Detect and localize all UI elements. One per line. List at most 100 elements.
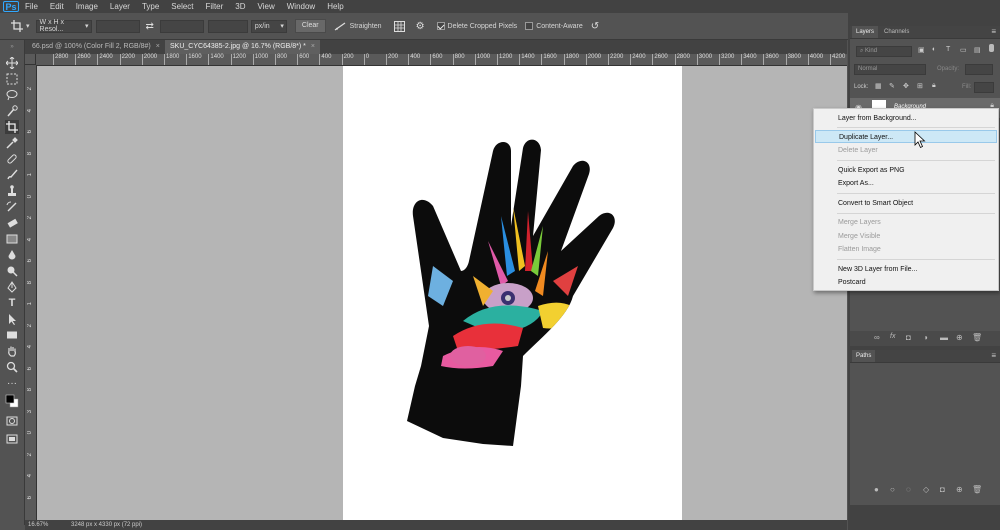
new-path-icon[interactable]: ⊕ <box>956 485 963 494</box>
menu-item-export-as[interactable]: Export As... <box>815 177 997 190</box>
lock-position-icon[interactable]: ✥ <box>903 82 909 90</box>
resolution-input[interactable] <box>207 19 248 33</box>
ratio-preset-select[interactable]: W x H x Resol... ▾ <box>35 19 92 33</box>
blend-mode-select[interactable]: Normal <box>854 64 926 75</box>
ruler-vertical[interactable]: 24681024681246830246 <box>25 65 37 520</box>
menu-filter[interactable]: Filter <box>206 2 224 11</box>
clone-stamp-tool-icon[interactable] <box>5 184 19 198</box>
adjustment-layer-icon[interactable]: ◑ <box>923 333 928 342</box>
opacity-input[interactable] <box>965 64 993 75</box>
filter-smart-icon[interactable]: ▤ <box>974 46 981 54</box>
healing-brush-tool-icon[interactable] <box>5 152 19 166</box>
menu-item-quick-export-png[interactable]: Quick Export as PNG <box>815 164 997 177</box>
filter-shape-icon[interactable]: ▭ <box>960 46 967 54</box>
menu-layer[interactable]: Layer <box>110 2 130 11</box>
trash-icon[interactable]: 🗑︎ <box>972 485 982 494</box>
document-canvas[interactable] <box>343 66 682 520</box>
filter-pixel-icon[interactable]: ▣ <box>918 46 925 54</box>
menu-item-convert-smart-object[interactable]: Convert to Smart Object <box>815 197 997 210</box>
resolution-unit-select[interactable]: px/in ▾ <box>250 19 287 33</box>
filter-kind-select[interactable]: ⌕ Kind <box>856 46 912 57</box>
add-mask-icon[interactable]: ◘ <box>906 333 911 342</box>
pen-tool-icon[interactable] <box>5 280 19 294</box>
fill-path-icon[interactable]: ● <box>874 485 879 494</box>
trash-icon[interactable]: 🗑︎ <box>972 333 982 342</box>
height-input[interactable] <box>159 19 204 33</box>
layer-style-icon[interactable]: fx <box>890 333 895 340</box>
blur-tool-icon[interactable] <box>5 248 19 262</box>
tab-sku-jpg[interactable]: SKU_CYC64385-2.jpg @ 16.7% (RGB/8*) * × <box>165 40 320 54</box>
tab-paths[interactable]: Paths <box>852 350 876 362</box>
menu-item-new-3d-layer[interactable]: New 3D Layer from File... <box>815 263 997 276</box>
menu-item-delete-layer[interactable]: Delete Layer <box>815 144 997 157</box>
eraser-tool-icon[interactable] <box>5 216 19 230</box>
width-input[interactable] <box>95 19 140 33</box>
overlay-grid-icon[interactable] <box>394 20 406 32</box>
eyedropper-tool-icon[interactable] <box>5 136 19 150</box>
menu-item-flatten-image[interactable]: Flatten Image <box>815 243 997 256</box>
quick-mask-icon[interactable] <box>5 414 19 428</box>
fill-input[interactable] <box>974 82 994 93</box>
menu-type[interactable]: Type <box>142 2 159 11</box>
load-selection-icon[interactable]: ◌ <box>906 485 911 494</box>
menu-item-merge-layers[interactable]: Merge Layers <box>815 216 997 229</box>
menu-3d[interactable]: 3D <box>235 2 245 11</box>
straighten-icon[interactable] <box>334 20 346 32</box>
menu-image[interactable]: Image <box>76 2 98 11</box>
move-tool-icon[interactable] <box>5 56 19 70</box>
ruler-horizontal[interactable]: 2800 2600 2400 2200 2000 1800 1600 1400 1200 1000… <box>25 54 847 66</box>
marquee-tool-icon[interactable] <box>5 72 19 86</box>
zoom-level[interactable]: 16.67% <box>28 520 48 530</box>
tab-layers[interactable]: Layers <box>852 26 879 38</box>
straighten-label[interactable]: Straighten <box>350 23 382 30</box>
tab-channels[interactable]: Channels <box>880 26 913 38</box>
hand-tool-icon[interactable] <box>5 344 19 358</box>
tab-66-psd[interactable]: 66.psd @ 100% (Color Fill 2, RGB/8#) × <box>27 40 165 54</box>
menu-item-duplicate-layer[interactable]: Duplicate Layer... <box>815 130 997 143</box>
stroke-path-icon[interactable]: ○ <box>890 485 895 494</box>
ruler-origin[interactable] <box>25 54 36 65</box>
lock-image-icon[interactable]: ✎ <box>889 82 895 90</box>
rectangle-tool-icon[interactable] <box>5 328 19 342</box>
menu-item-layer-from-background[interactable]: Layer from Background... <box>815 112 997 125</box>
lock-all-icon[interactable]: 🔒︎ <box>932 82 936 90</box>
delete-cropped-checkbox[interactable] <box>436 22 445 30</box>
more-tools-icon[interactable]: ··· <box>5 376 19 390</box>
lasso-tool-icon[interactable] <box>5 88 19 102</box>
crop-tool-icon[interactable] <box>10 19 24 33</box>
add-mask-icon[interactable]: ◘ <box>940 485 945 494</box>
tool-preset-arrow-icon[interactable]: ▾ <box>26 22 30 30</box>
filter-toggle[interactable] <box>989 44 994 52</box>
history-brush-tool-icon[interactable] <box>5 200 19 214</box>
close-icon[interactable]: × <box>311 43 315 50</box>
gear-icon[interactable]: ⚙ <box>416 21 425 32</box>
menu-help[interactable]: Help <box>327 2 343 11</box>
menu-select[interactable]: Select <box>171 2 193 11</box>
type-tool-icon[interactable]: T <box>5 296 19 310</box>
reset-icon[interactable]: ↺ <box>591 21 599 32</box>
lock-artboard-icon[interactable]: ⊞ <box>917 82 923 90</box>
menu-window[interactable]: Window <box>287 2 315 11</box>
close-icon[interactable]: × <box>156 43 160 50</box>
toolbar-collapse-icon[interactable]: » <box>5 44 19 50</box>
content-aware-checkbox[interactable] <box>525 22 534 30</box>
crop-tool-icon[interactable] <box>5 120 19 134</box>
swap-dimensions-icon[interactable]: ⇄ <box>146 21 154 32</box>
color-swatches-icon[interactable] <box>5 392 19 410</box>
filter-adjust-icon[interactable]: ◐ <box>932 46 936 53</box>
screen-mode-icon[interactable] <box>5 432 19 446</box>
menu-item-merge-visible[interactable]: Merge Visible <box>815 230 997 243</box>
brush-tool-icon[interactable] <box>5 168 19 182</box>
menu-file[interactable]: File <box>25 2 38 11</box>
dodge-tool-icon[interactable] <box>5 264 19 278</box>
menu-view[interactable]: View <box>258 2 275 11</box>
quick-selection-tool-icon[interactable] <box>5 104 19 118</box>
new-group-icon[interactable]: ▬ <box>940 333 948 342</box>
path-selection-tool-icon[interactable] <box>5 312 19 326</box>
zoom-tool-icon[interactable] <box>5 360 19 374</box>
panel-menu-icon[interactable]: ≡ <box>991 350 996 362</box>
panel-menu-icon[interactable]: ≡ <box>991 26 996 38</box>
new-layer-icon[interactable]: ⊕ <box>956 333 963 342</box>
menu-item-postcard[interactable]: Postcard <box>815 276 997 289</box>
lock-transparent-icon[interactable]: ▦ <box>875 82 882 90</box>
